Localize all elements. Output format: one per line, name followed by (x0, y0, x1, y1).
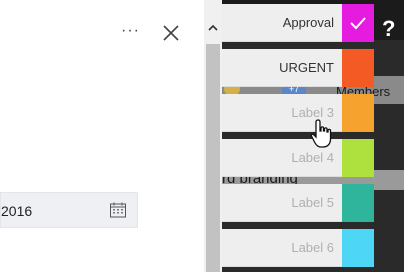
label-name: Label 5 (291, 195, 334, 210)
label-color-swatch[interactable] (342, 184, 374, 222)
label-color-swatch[interactable] (342, 94, 374, 132)
label-name: Approval (282, 15, 334, 30)
label-name: Label 6 (291, 240, 334, 255)
checkmark-icon (350, 17, 366, 30)
label-item[interactable]: Label 6 (222, 229, 342, 267)
label-color-swatch[interactable] (342, 139, 374, 177)
label-color-swatch[interactable] (342, 4, 374, 42)
label-name: Label 4 (291, 150, 334, 165)
label-name: URGENT (279, 60, 334, 75)
close-icon[interactable] (160, 22, 182, 44)
card-details-panel: ··· 2016 (0, 0, 204, 272)
label-color-swatch[interactable] (342, 229, 374, 267)
calendar-icon[interactable] (109, 201, 127, 219)
scrollbar[interactable] (204, 0, 222, 272)
chevron-up-icon[interactable] (207, 22, 219, 34)
label-item[interactable]: URGENT (222, 49, 342, 87)
label-item[interactable]: Approval (222, 4, 342, 42)
due-date-field[interactable]: 2016 (0, 192, 138, 228)
label-color-swatch[interactable] (342, 49, 374, 87)
more-options-button[interactable]: ··· (121, 22, 140, 40)
hand-cursor-icon (310, 119, 332, 148)
label-item[interactable]: Label 5 (222, 184, 342, 222)
due-date-value: 2016 (1, 203, 33, 219)
scrollbar-thumb[interactable] (206, 44, 220, 272)
help-icon[interactable]: ? (382, 16, 395, 42)
